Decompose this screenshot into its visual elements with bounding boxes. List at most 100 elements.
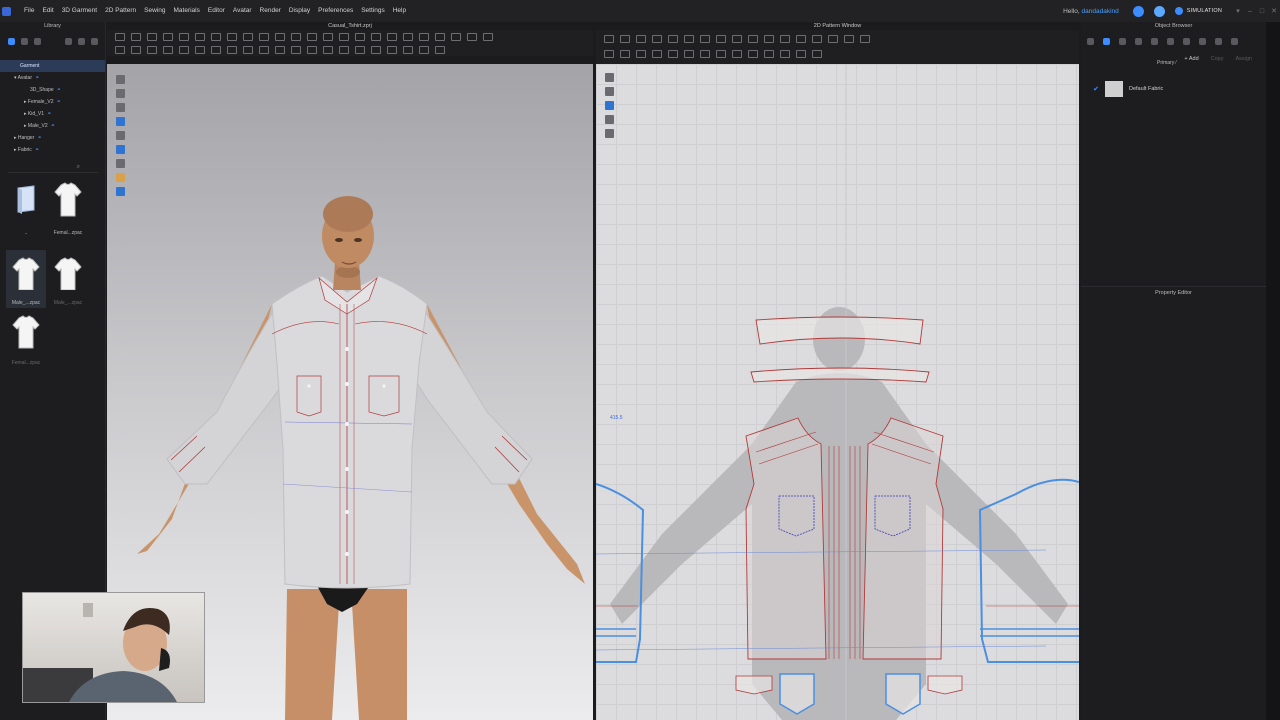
color-tool-icon[interactable] [323,45,333,54]
button-tool-icon[interactable] [211,32,221,41]
seam-allowance-icon[interactable] [748,34,758,43]
topstitch-tool-icon[interactable] [227,32,237,41]
simulation-toggle[interactable]: SIMULATION [1174,7,1222,15]
segment-sewing-2d-icon[interactable] [764,34,774,43]
mirror-icon[interactable] [652,49,662,58]
tree-item-garment[interactable]: Garment [0,60,105,72]
assign-button[interactable]: Assign [1235,56,1252,62]
thumbnail-female-zpac[interactable]: Femal...zpac [48,180,88,238]
buttonhole-tab-icon[interactable] [1135,37,1142,45]
grid-view-icon[interactable] [34,37,41,45]
tree-item-avatar[interactable]: ▾ Avatar ⚭ [0,72,105,84]
free-sewing-icon[interactable] [227,45,237,54]
move-tool-icon[interactable] [131,32,141,41]
folder-icon[interactable] [21,37,28,45]
grid-tool-icon[interactable] [371,45,381,54]
menu-editor[interactable]: Editor [204,0,229,22]
dropdown-icon[interactable]: ▾ [1232,7,1244,15]
view-mesh-icon[interactable] [115,131,125,140]
transform-tool-icon[interactable] [115,45,125,54]
circle-tool-icon[interactable] [291,45,301,54]
close-icon[interactable]: ✕ [1268,7,1280,15]
pleat-tool-icon[interactable] [323,32,333,41]
edit-sewing-icon[interactable] [796,34,806,43]
sewing-tool-icon[interactable] [211,45,221,54]
edit-pattern-icon[interactable] [620,34,630,43]
fold-2d-icon[interactable] [684,49,694,58]
view-front-icon[interactable] [115,75,125,84]
text-icon[interactable] [812,34,822,43]
menu-render[interactable]: Render [256,0,285,22]
join-icon[interactable] [716,49,726,58]
menu-avatar[interactable]: Avatar [229,0,256,22]
fabric-tab-icon[interactable] [1103,37,1110,45]
fit-tool-icon[interactable] [451,32,461,41]
free-sewing-2d-icon[interactable] [780,34,790,43]
thumbnail-folder[interactable]: .. [6,180,46,238]
menu-file[interactable]: File [20,0,38,22]
move-2d-icon[interactable] [604,49,614,58]
pattern-texture-icon[interactable] [604,115,614,124]
fold-tool-icon[interactable] [163,32,173,41]
cloud-icon[interactable] [1153,5,1165,17]
arrange-tool-icon[interactable] [179,32,189,41]
rectangle-icon[interactable] [652,34,662,43]
topstitch-tab-icon[interactable] [1151,37,1158,45]
unfold-tool-icon[interactable] [195,45,205,54]
internal-polygon-icon[interactable] [684,34,694,43]
minimize-icon[interactable]: – [1244,8,1256,15]
pin-tool-icon[interactable] [147,32,157,41]
texture-tool-icon[interactable] [419,32,429,41]
adjust-pattern-icon[interactable] [604,34,614,43]
pattern-grid-icon[interactable] [604,87,614,96]
elastic-tool-icon[interactable] [339,32,349,41]
thickness-tool-icon[interactable] [275,45,285,54]
measure-2d-icon[interactable] [764,49,774,58]
trim-tab-icon[interactable] [1199,37,1206,45]
graphic-tab-icon[interactable] [1215,37,1222,45]
offset-icon[interactable] [668,49,678,58]
fill-tool-icon[interactable] [307,45,317,54]
trim-tool-icon[interactable] [387,32,397,41]
internal-rectangle-icon[interactable] [700,34,710,43]
view-skin-icon[interactable] [115,173,125,182]
select-tool-icon[interactable] [115,32,125,41]
menu-settings[interactable]: Settings [357,0,389,22]
fabric-list-item[interactable]: ✔ Default Fabric [1087,80,1262,98]
trace-icon[interactable] [732,34,742,43]
home-icon[interactable] [1132,5,1144,17]
scale-2d-icon[interactable] [636,49,646,58]
grade-tool-icon[interactable] [387,45,397,54]
add-button[interactable]: + Add [1184,56,1198,62]
layout-icon[interactable] [796,49,806,58]
pen-tool-icon[interactable] [435,32,445,41]
menu-materials[interactable]: Materials [170,0,204,22]
menu-2d-pattern[interactable]: 2D Pattern [101,0,140,22]
edit-curve-icon[interactable] [131,45,141,54]
tree-item-fabric[interactable]: ▸ Fabric ⚭ [0,144,105,156]
view-back-icon[interactable] [115,89,125,98]
button-tab-icon[interactable] [1119,37,1126,45]
grain-icon[interactable] [748,49,758,58]
polygon-icon[interactable] [636,34,646,43]
steam-tool-icon[interactable] [275,32,285,41]
tree-item-kid-v1[interactable]: ▸ Kid_V1 ⚭ [0,108,105,120]
tree-item-hanger[interactable]: ▸ Hanger ⚭ [0,132,105,144]
pattern-lock-icon[interactable] [604,129,614,138]
add-icon[interactable] [91,37,98,45]
view-hanger-icon[interactable] [115,159,125,168]
stress-tool-icon[interactable] [467,32,477,41]
bar-tool-icon[interactable] [355,45,365,54]
menu-help[interactable]: Help [389,0,410,22]
menu-sewing[interactable]: Sewing [140,0,169,22]
library-search[interactable]: ⌕ [8,163,98,173]
download-icon[interactable] [78,37,85,45]
seam-tool-icon[interactable] [195,32,205,41]
texture-tab-icon[interactable] [1231,37,1238,45]
favorite-icon[interactable] [8,37,15,45]
graphic-tool-icon[interactable] [403,32,413,41]
stack-icon[interactable] [812,49,822,58]
user-name[interactable]: dandadakind [1082,8,1119,15]
avatar-tool-icon[interactable] [483,32,493,41]
anchor-tool-icon[interactable] [419,45,429,54]
